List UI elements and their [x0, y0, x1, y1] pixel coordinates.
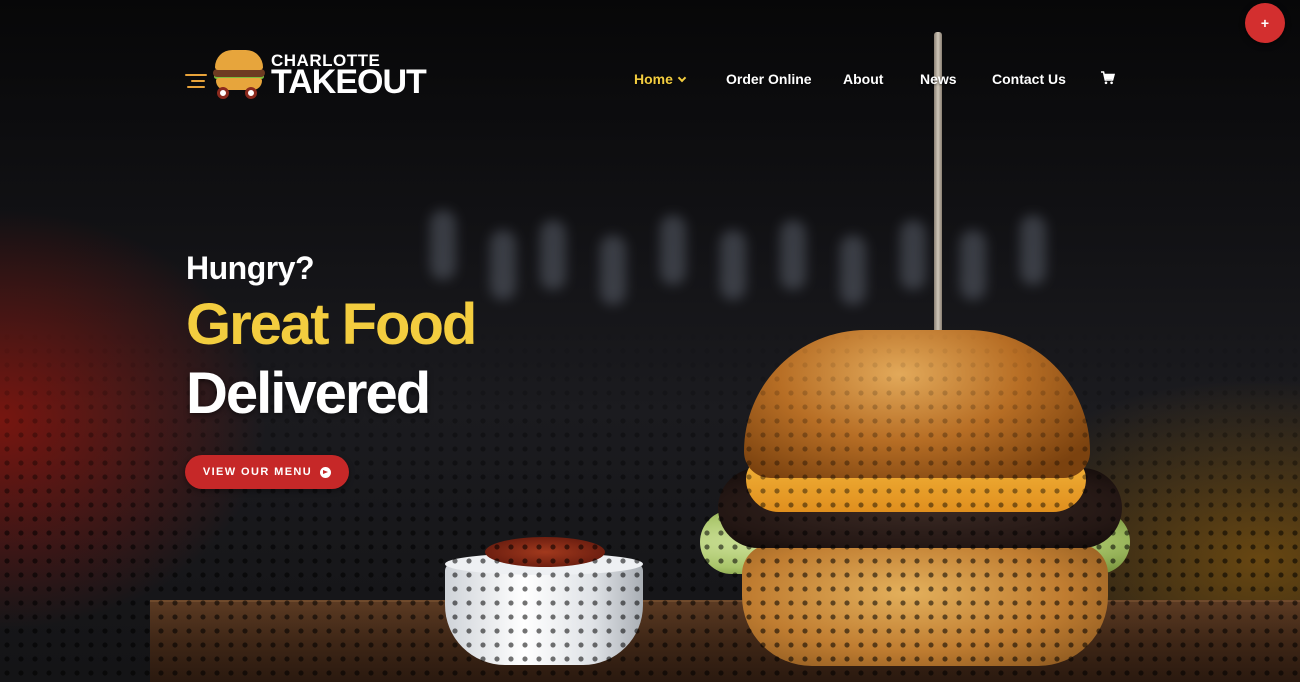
nav-contact-us[interactable]: Contact Us — [992, 71, 1066, 87]
nav-news[interactable]: News — [920, 71, 957, 87]
view-menu-button[interactable]: VIEW OUR MENU — [185, 455, 349, 489]
burger-cart-icon — [213, 50, 265, 100]
nav-order-online[interactable]: Order Online — [726, 71, 812, 87]
nav-home[interactable]: Home — [634, 71, 687, 87]
hero-line-great-food: Great Food — [186, 292, 477, 357]
background-bokeh — [420, 200, 1080, 330]
hero-line-hungry: Hungry? — [186, 250, 315, 286]
burger-image — [700, 330, 1140, 670]
sauce-bowl — [445, 537, 643, 665]
view-menu-label: VIEW OUR MENU — [202, 466, 313, 478]
arrow-circle-right-icon — [320, 466, 332, 478]
hero-line-delivered: Delivered — [186, 361, 431, 426]
cart-icon[interactable] — [1101, 71, 1115, 85]
nav-home-label: Home — [634, 71, 673, 87]
logo-text-main: TAKEOUT — [271, 63, 427, 101]
floating-plus-button[interactable]: + — [1245, 3, 1285, 43]
chevron-down-icon — [677, 73, 687, 82]
nav-about[interactable]: About — [843, 71, 883, 87]
site-logo[interactable]: CHARLOTTE TAKEOUT — [185, 48, 427, 104]
